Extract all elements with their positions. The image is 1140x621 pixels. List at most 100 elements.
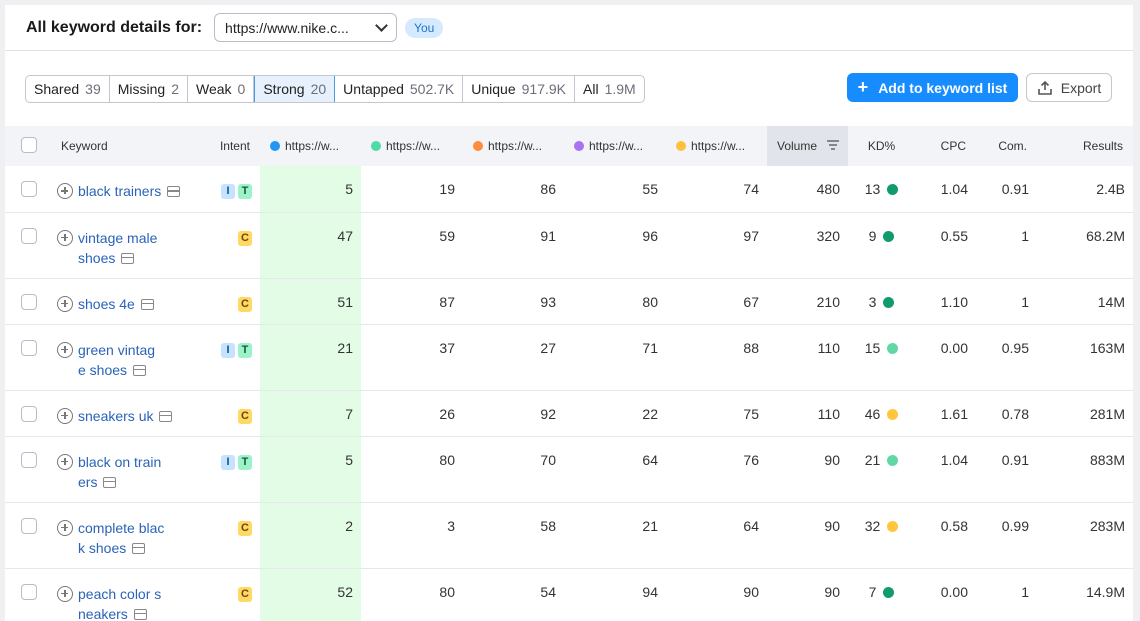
col-domain-5[interactable]: https://w... <box>666 126 767 166</box>
col-domain-3[interactable]: https://w... <box>463 126 564 166</box>
domain-3-position: 92 <box>463 390 564 437</box>
col-domain-2-label: https://w... <box>386 139 441 153</box>
intent-badge-I[interactable]: I <box>221 184 235 199</box>
row-select-cell <box>5 278 51 325</box>
filter-missing[interactable]: Missing 2 <box>110 75 188 102</box>
select-all-checkbox[interactable] <box>21 136 37 153</box>
col-domain-5-label: https://w... <box>691 139 746 153</box>
col-intent[interactable]: Intent <box>201 126 260 166</box>
add-keyword-icon[interactable] <box>57 229 73 246</box>
row-checkbox[interactable] <box>21 583 37 600</box>
intent-badge-C[interactable]: C <box>238 586 252 602</box>
col-com[interactable]: Com. <box>976 126 1037 166</box>
add-keyword-icon[interactable] <box>57 407 73 424</box>
filter-strong[interactable]: Strong 20 <box>254 75 336 102</box>
intent-badge-C[interactable]: C <box>238 230 252 246</box>
keyword-link[interactable]: complete blac k shoes <box>78 518 164 558</box>
serp-features-icon[interactable] <box>132 542 146 554</box>
keyword-cell: black trainers <box>51 166 201 213</box>
export-icon <box>1037 80 1052 95</box>
col-domain-4[interactable]: https://w... <box>564 126 666 166</box>
serp-features-icon[interactable] <box>103 476 117 488</box>
intent-cell: IT <box>201 324 260 391</box>
com-cell: 0.99 <box>976 502 1037 569</box>
row-checkbox[interactable] <box>21 293 37 310</box>
sort-icon <box>827 140 840 150</box>
keyword-link[interactable]: green vintag e shoes <box>78 340 155 380</box>
row-checkbox[interactable] <box>21 517 37 534</box>
intent-badge-T[interactable]: T <box>238 184 252 199</box>
filter-shared[interactable]: Shared 39 <box>26 75 110 102</box>
col-kd[interactable]: KD% <box>848 126 915 166</box>
keyword-link[interactable]: sneakers uk <box>78 406 173 426</box>
intent-badge-C[interactable]: C <box>238 408 252 424</box>
export-button[interactable]: Export <box>1026 73 1112 102</box>
filter-weak[interactable]: Weak 0 <box>188 75 255 102</box>
keyword-link[interactable]: vintage male shoes <box>78 228 157 268</box>
kd-cell: 9 <box>848 212 915 279</box>
intent-badge-T[interactable]: T <box>238 454 252 470</box>
filter-all[interactable]: All 1.9M <box>575 76 644 102</box>
add-keyword-icon[interactable] <box>57 519 73 536</box>
serp-features-icon[interactable] <box>133 608 147 620</box>
row-checkbox[interactable] <box>21 405 37 422</box>
col-domain-1[interactable]: https://w... <box>260 126 361 166</box>
domain-1-position: 7 <box>260 390 361 437</box>
intent-badge-I[interactable]: I <box>221 342 235 358</box>
row-checkbox[interactable] <box>21 181 37 197</box>
col-domain-2[interactable]: https://w... <box>361 126 463 166</box>
intent-badge-T[interactable]: T <box>238 342 252 358</box>
domain-2-position: 3 <box>361 502 463 569</box>
table-row: black on train ers I T 5 80 70 64 76 90 21 1.04 0.91… <box>5 436 1133 503</box>
filter-count: 1.9M <box>604 80 636 97</box>
filter-unique[interactable]: Unique 917.9K <box>463 75 576 102</box>
com-cell: 1 <box>976 568 1037 621</box>
serp-features-icon[interactable] <box>140 298 154 310</box>
filter-label: Missing <box>117 80 166 97</box>
row-checkbox[interactable] <box>21 339 37 356</box>
domain-1-position: 2 <box>260 502 361 569</box>
add-to-keyword-list-button[interactable]: + Add to keyword list <box>847 73 1018 102</box>
add-keyword-icon[interactable] <box>57 183 73 199</box>
keyword-link[interactable]: shoes 4e <box>78 294 154 314</box>
results-cell: 14M <box>1037 278 1133 325</box>
keyword-cell: green vintag e shoes <box>51 324 201 391</box>
results-cell: 283M <box>1037 502 1133 569</box>
table-body: black trainers I T 5 19 86 55 74 480 13 1.04 0.91 2.… <box>5 166 1133 621</box>
domain-1-position: 47 <box>260 212 361 279</box>
add-keyword-icon[interactable] <box>57 585 73 602</box>
row-checkbox[interactable] <box>21 227 37 244</box>
col-keyword[interactable]: Keyword <box>51 126 201 166</box>
serp-features-icon[interactable] <box>167 186 181 197</box>
add-keyword-icon[interactable] <box>57 341 73 358</box>
results-cell: 68.2M <box>1037 212 1133 279</box>
keyword-link[interactable]: peach color s neakers <box>78 584 161 621</box>
domain-select[interactable]: https://www.nike.c... <box>214 13 398 42</box>
row-checkbox[interactable] <box>21 451 37 468</box>
plus-icon: + <box>857 77 869 97</box>
serp-features-icon[interactable] <box>133 364 147 376</box>
keyword-link[interactable]: black on train ers <box>78 452 161 492</box>
filter-untapped[interactable]: Untapped 502.7K <box>335 75 464 102</box>
serp-features-icon[interactable] <box>121 252 135 264</box>
serp-features-icon[interactable] <box>159 410 173 422</box>
kd-value: 46 <box>864 405 881 422</box>
add-keyword-icon[interactable] <box>57 453 73 470</box>
kd-cell: 15 <box>848 324 915 391</box>
col-volume[interactable]: Volume <box>767 126 848 166</box>
volume-cell: 90 <box>767 502 848 569</box>
add-keyword-icon[interactable] <box>57 295 73 312</box>
intent-badge-I[interactable]: I <box>221 454 235 470</box>
com-cell: 0.95 <box>976 324 1037 391</box>
kd-cell: 32 <box>848 502 915 569</box>
keyword-link[interactable]: black trainers <box>78 181 181 201</box>
domain-3-position: 54 <box>463 568 564 621</box>
intent-badge-C[interactable]: C <box>238 296 252 312</box>
col-cpc[interactable]: CPC <box>915 126 976 166</box>
table-row: sneakers uk C 7 26 92 22 75 110 46 1.61 0.78 281M <box>5 390 1133 437</box>
col-results[interactable]: Results <box>1037 126 1133 166</box>
col-domain-4-label: https://w... <box>589 139 644 153</box>
keyword-gap-filter: Shared 39 Missing 2 Weak 0 Strong 20 Untapped 502… <box>25 74 645 103</box>
intent-badge-C[interactable]: C <box>238 520 252 536</box>
kd-cell: 13 <box>848 166 915 213</box>
